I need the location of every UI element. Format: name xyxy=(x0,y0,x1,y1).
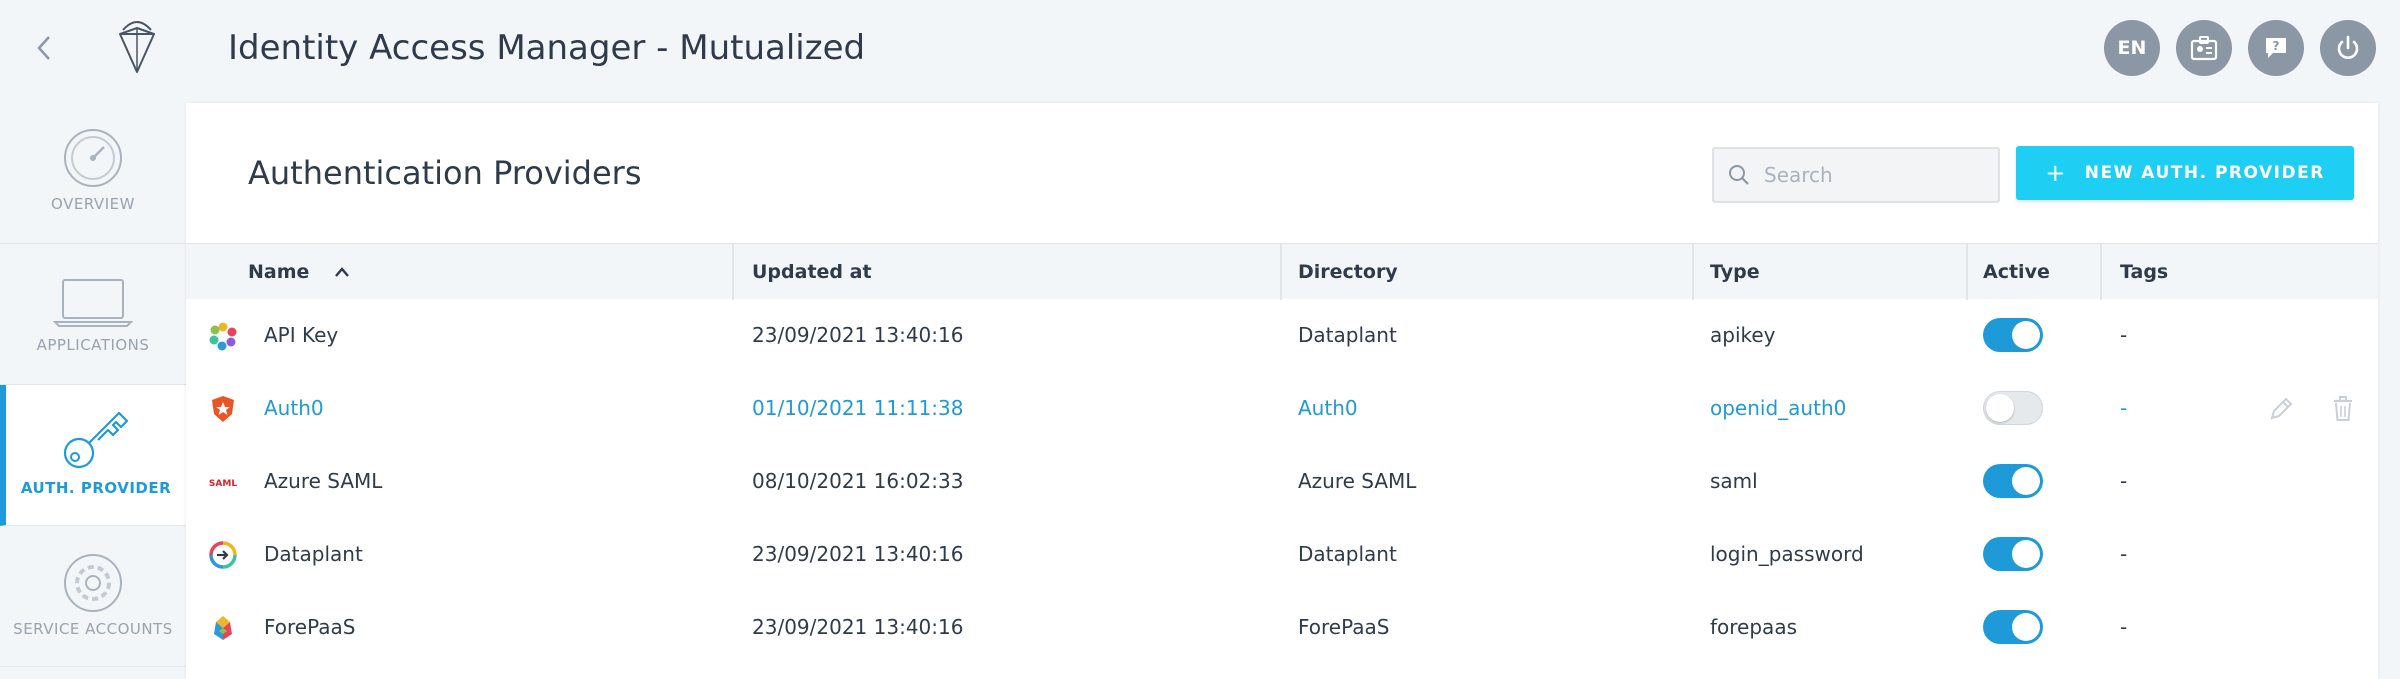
column-header-updated-at[interactable]: Updated at xyxy=(752,244,872,300)
app-header: Identity Access Manager - Mutualized EN … xyxy=(0,0,2400,103)
tags: - xyxy=(2120,323,2128,347)
column-header-active[interactable]: Active xyxy=(1983,244,2050,300)
sidebar: OVERVIEW APPLICATIONS AUTH. PROVIDER SER… xyxy=(0,103,186,679)
directory: Dataplant xyxy=(1298,542,1397,566)
updated-at: 01/10/2021 11:11:38 xyxy=(752,396,964,420)
toggle-knob xyxy=(1986,394,2014,422)
provider-name[interactable]: Azure SAML xyxy=(264,445,382,518)
toggle-knob xyxy=(2012,613,2040,641)
sidebar-item-label: OVERVIEW xyxy=(51,195,135,213)
column-divider[interactable] xyxy=(1966,244,1968,300)
svg-text:?: ? xyxy=(2273,39,2280,53)
back-button[interactable] xyxy=(26,30,62,66)
provider-type: apikey xyxy=(1710,323,1776,347)
key-icon xyxy=(63,411,129,469)
updated-at: 23/09/2021 13:40:16 xyxy=(752,615,964,639)
column-header-name[interactable]: Name xyxy=(248,244,350,300)
logout-button[interactable] xyxy=(2320,20,2376,76)
language-label: EN xyxy=(2117,37,2147,59)
column-divider[interactable] xyxy=(1280,244,1282,300)
table-row[interactable]: Dataplant 23/09/2021 13:40:16 Dataplant … xyxy=(186,518,2378,591)
column-header-label: Name xyxy=(248,261,310,283)
provider-name[interactable]: ForePaaS xyxy=(264,591,355,664)
new-auth-provider-button[interactable]: + NEW AUTH. PROVIDER xyxy=(2016,146,2354,200)
sidebar-item-applications[interactable]: APPLICATIONS xyxy=(0,244,186,385)
directory: Auth0 xyxy=(1298,396,1358,420)
directory: Azure SAML xyxy=(1298,469,1417,493)
main-panel: Authentication Providers + NEW AUTH. PRO… xyxy=(186,103,2378,679)
help-icon: ? xyxy=(2266,38,2286,58)
directory: Dataplant xyxy=(1298,323,1397,347)
tags: - xyxy=(2120,469,2128,493)
auth0-logo-icon xyxy=(212,396,234,422)
apikey-logo-icon xyxy=(209,322,237,351)
column-divider[interactable] xyxy=(732,244,734,300)
column-header-type[interactable]: Type xyxy=(1710,244,1760,300)
active-toggle[interactable] xyxy=(1983,391,2043,425)
provider-name[interactable]: Dataplant xyxy=(264,518,363,591)
provider-type: saml xyxy=(1710,469,1758,493)
forepaas-logo-icon xyxy=(214,616,232,640)
updated-at: 08/10/2021 16:02:33 xyxy=(752,469,964,493)
power-icon xyxy=(2337,35,2359,59)
table-row[interactable]: SAML Azure SAML 08/10/2021 16:02:33 Azur… xyxy=(186,445,2378,518)
provider-type: login_password xyxy=(1710,542,1864,566)
updated-at: 23/09/2021 13:40:16 xyxy=(752,542,964,566)
search-box[interactable] xyxy=(1712,147,2000,203)
active-toggle[interactable] xyxy=(1983,464,2043,498)
column-header-tags[interactable]: Tags xyxy=(2120,244,2168,300)
badge-icon xyxy=(2190,36,2218,61)
sidebar-item-auth-provider[interactable]: AUTH. PROVIDER xyxy=(0,385,186,526)
provider-type: forepaas xyxy=(1710,615,1797,639)
language-button[interactable]: EN xyxy=(2104,20,2160,76)
sort-ascending-icon[interactable] xyxy=(334,266,350,278)
saml-logo-icon: SAML xyxy=(209,479,237,489)
gear-icon xyxy=(64,554,122,612)
table-header: Name Updated at Directory Type Active Ta… xyxy=(186,243,2378,300)
table-row[interactable]: Auth0 01/10/2021 11:11:38 Auth0 openid_a… xyxy=(186,372,2378,445)
laptop-icon xyxy=(53,279,133,327)
directory: ForePaaS xyxy=(1298,615,1390,639)
tags: - xyxy=(2120,542,2128,566)
tags: - xyxy=(2120,396,2128,420)
toggle-knob xyxy=(2012,540,2040,568)
app-title: Identity Access Manager - Mutualized xyxy=(228,28,866,68)
sidebar-item-service-accounts[interactable]: SERVICE ACCOUNTS xyxy=(0,526,186,667)
column-divider[interactable] xyxy=(2100,244,2102,300)
sidebar-item-label: SERVICE ACCOUNTS xyxy=(13,620,173,638)
new-auth-provider-label: NEW AUTH. PROVIDER xyxy=(2084,163,2325,183)
updated-at: 23/09/2021 13:40:16 xyxy=(752,323,964,347)
edit-pencil-icon[interactable] xyxy=(2266,394,2296,424)
back-arrow-icon xyxy=(37,36,50,60)
active-toggle[interactable] xyxy=(1983,610,2043,644)
provider-name[interactable]: API Key xyxy=(264,299,338,372)
table-row[interactable]: API Key 23/09/2021 13:40:16 Dataplant ap… xyxy=(186,299,2378,372)
saml-logo-text: SAML xyxy=(209,479,237,489)
sidebar-item-overview[interactable]: OVERVIEW xyxy=(0,103,186,244)
search-icon xyxy=(1729,165,1749,185)
column-header-directory[interactable]: Directory xyxy=(1298,244,1398,300)
column-divider[interactable] xyxy=(1692,244,1694,300)
tags: - xyxy=(2120,615,2128,639)
dataplant-logo-icon xyxy=(209,541,237,569)
active-toggle[interactable] xyxy=(1983,318,2043,352)
logo-icon[interactable] xyxy=(112,18,162,76)
trash-icon[interactable] xyxy=(2328,394,2358,424)
table-row[interactable]: ForePaaS 23/09/2021 13:40:16 ForePaaS fo… xyxy=(186,591,2378,664)
speedometer-icon xyxy=(64,129,122,187)
sidebar-item-label: APPLICATIONS xyxy=(36,336,150,354)
profile-button[interactable] xyxy=(2176,20,2232,76)
sidebar-item-label: AUTH. PROVIDER xyxy=(20,479,172,497)
search-input[interactable] xyxy=(1764,163,1984,187)
provider-type: openid_auth0 xyxy=(1710,396,1847,420)
page-title: Authentication Providers xyxy=(248,154,642,192)
active-toggle[interactable] xyxy=(1983,537,2043,571)
toggle-knob xyxy=(2012,467,2040,495)
plus-icon: + xyxy=(2045,159,2067,187)
toggle-knob xyxy=(2012,321,2040,349)
provider-name[interactable]: Auth0 xyxy=(264,372,324,445)
help-button[interactable]: ? xyxy=(2248,20,2304,76)
